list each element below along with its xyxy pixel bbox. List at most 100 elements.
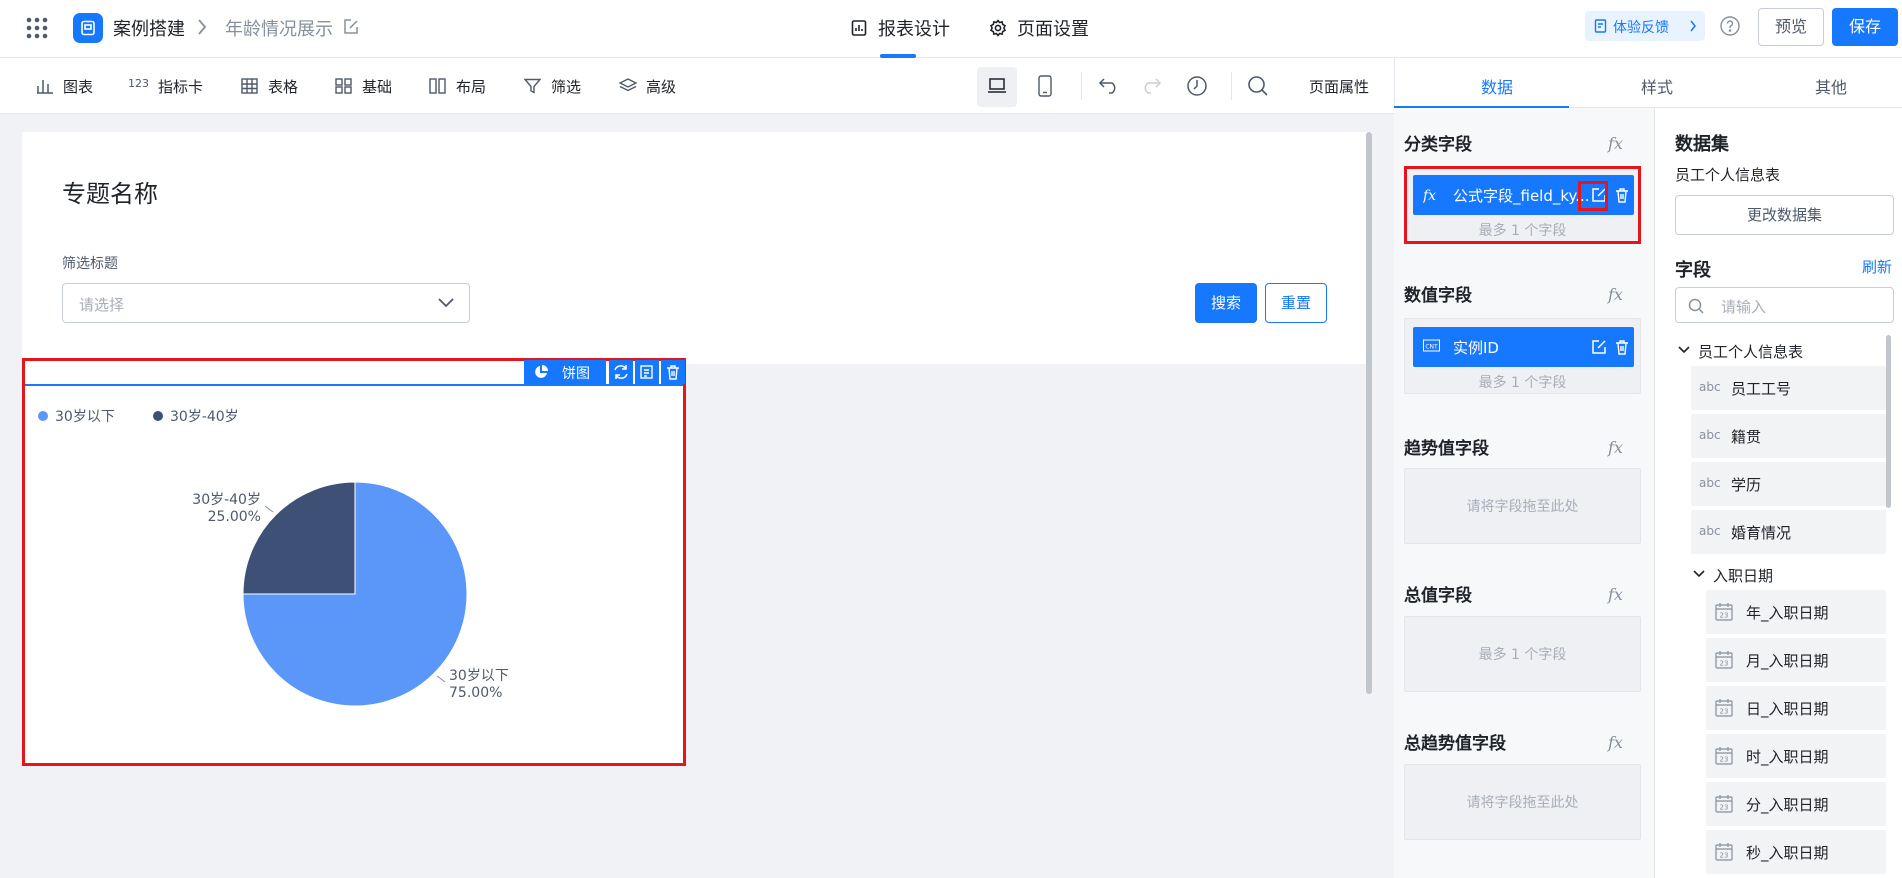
- field-item[interactable]: abc 婚育情况: [1691, 510, 1886, 554]
- svg-text:23: 23: [1720, 660, 1729, 668]
- change-dataset-button[interactable]: 更改数据集: [1675, 195, 1894, 235]
- total-trend-dropzone[interactable]: 请将字段拖至此处: [1404, 764, 1641, 840]
- fx-icon[interactable]: fx: [1608, 733, 1623, 752]
- fx-icon[interactable]: fx: [1608, 285, 1623, 304]
- chevron-right-icon: [1690, 20, 1696, 32]
- trend-dropzone[interactable]: 请将字段拖至此处: [1404, 468, 1641, 544]
- edit-icon: [1592, 340, 1606, 354]
- mobile-icon: [1038, 75, 1052, 97]
- slice-label-percent: 75.00%: [449, 685, 502, 701]
- field-item[interactable]: abc 籍贯: [1691, 414, 1886, 458]
- date-field-item[interactable]: 23 分_入职日期: [1706, 782, 1886, 826]
- refresh-chart-button[interactable]: [609, 360, 633, 384]
- tab-page-settings[interactable]: 页面设置: [1017, 15, 1089, 41]
- total-dropzone[interactable]: 最多 1 个字段: [1404, 616, 1641, 692]
- undo-button[interactable]: [1098, 76, 1120, 94]
- dataset-name: 员工个人信息表: [1675, 166, 1781, 184]
- field-search-input[interactable]: 请输入: [1675, 287, 1894, 323]
- total-hint: 最多 1 个字段: [1478, 647, 1567, 663]
- calendar-icon: 23: [1715, 603, 1733, 621]
- history-button[interactable]: [1186, 75, 1208, 97]
- report-design-icon: [851, 19, 867, 37]
- slice-label-name: 30岁以下: [449, 668, 509, 684]
- search-canvas-button[interactable]: [1247, 75, 1269, 97]
- edit-name-icon[interactable]: [342, 18, 360, 36]
- value-dropzone[interactable]: CNT 实例ID 最多 1 个字段: [1404, 318, 1641, 394]
- search-button[interactable]: 搜索: [1195, 283, 1257, 323]
- tab-other[interactable]: 其他: [1815, 74, 1847, 98]
- pie-chart-icon: [535, 365, 548, 378]
- tab-data[interactable]: 数据: [1481, 74, 1513, 98]
- reset-button[interactable]: 重置: [1265, 283, 1327, 323]
- legend-item[interactable]: 30岁-40岁: [153, 409, 239, 425]
- copy-chart-button[interactable]: [635, 360, 659, 384]
- svg-text:23: 23: [1720, 804, 1729, 812]
- field-item[interactable]: abc 学历: [1691, 462, 1886, 506]
- category-field-title: 分类字段: [1404, 135, 1472, 155]
- total-field-title: 总值字段: [1404, 586, 1472, 606]
- slice-label-percent: 25.00%: [208, 509, 261, 525]
- feedback-button[interactable]: 体验反馈: [1585, 11, 1705, 41]
- tab-style[interactable]: 样式: [1641, 74, 1673, 98]
- chart-type-badge[interactable]: 饼图: [524, 360, 606, 384]
- chevron-down-icon: [1678, 346, 1690, 354]
- redo-button[interactable]: [1140, 76, 1162, 94]
- filter-icon: [524, 78, 541, 94]
- date-field-item[interactable]: 23 秒_入职日期: [1706, 830, 1886, 874]
- desktop-view-button[interactable]: [977, 67, 1017, 107]
- fx-icon[interactable]: fx: [1608, 438, 1623, 457]
- value-field-chip[interactable]: CNT 实例ID: [1413, 327, 1634, 367]
- canvas-scrollbar[interactable]: [1366, 132, 1372, 694]
- count-type-icon: CNT: [1423, 339, 1440, 352]
- help-icon[interactable]: [1719, 15, 1741, 37]
- calendar-icon: 23: [1715, 747, 1733, 765]
- calendar-icon: 23: [1715, 699, 1733, 717]
- svg-text:23: 23: [1720, 756, 1729, 764]
- filter-select[interactable]: 请选择: [62, 283, 470, 323]
- component-toolbar: [0, 58, 1394, 114]
- legend-item[interactable]: 30岁以下: [38, 409, 115, 425]
- preview-button[interactable]: 预览: [1758, 8, 1824, 46]
- metric-icon: 123: [128, 77, 149, 90]
- calendar-icon: 23: [1715, 795, 1733, 813]
- layout-icon: [429, 78, 446, 94]
- history-icon: [1187, 76, 1207, 96]
- tab-report-design[interactable]: 报表设计: [878, 15, 950, 41]
- page-title[interactable]: 专题名称: [62, 174, 158, 209]
- calendar-icon: 23: [1715, 843, 1733, 861]
- field-list-scrollbar[interactable]: [1886, 335, 1891, 508]
- toolbar-divider: [1081, 72, 1082, 100]
- layers-icon: [619, 78, 637, 92]
- legend-label: 30岁-40岁: [170, 409, 239, 425]
- search-icon: [1688, 298, 1704, 314]
- date-field-item[interactable]: 23 日_入职日期: [1706, 686, 1886, 730]
- refresh-fields-link[interactable]: 刷新: [1862, 256, 1892, 277]
- date-field-item[interactable]: 23 时_入职日期: [1706, 734, 1886, 778]
- calendar-icon: 23: [1715, 651, 1733, 669]
- page-header-card: [22, 132, 1372, 364]
- toolbar-divider: [1231, 72, 1232, 100]
- save-button[interactable]: 保存: [1832, 8, 1898, 46]
- apps-grid-icon[interactable]: [26, 17, 48, 39]
- undo-icon: [1098, 78, 1116, 94]
- breadcrumb-app[interactable]: 案例搭建: [113, 15, 185, 41]
- app-logo-icon: [73, 13, 103, 43]
- mobile-view-button[interactable]: [1038, 75, 1052, 97]
- field-item[interactable]: abc 员工工号: [1691, 366, 1886, 410]
- chevron-down-icon: [1693, 570, 1705, 578]
- page-properties-button[interactable]: 页面属性: [1309, 76, 1369, 97]
- date-field-item[interactable]: 23 年_入职日期: [1706, 590, 1886, 634]
- refresh-icon: [614, 365, 628, 379]
- date-field-item[interactable]: 23 月_入职日期: [1706, 638, 1886, 682]
- grid-icon: [335, 78, 352, 94]
- fx-icon[interactable]: fx: [1608, 134, 1623, 153]
- slice-label-name: 30岁-40岁: [192, 492, 261, 508]
- column-divider: [1654, 108, 1655, 878]
- total-trend-field-title: 总趋势值字段: [1404, 734, 1506, 754]
- fx-icon[interactable]: fx: [1608, 585, 1623, 604]
- trend-field-title: 趋势值字段: [1404, 439, 1489, 459]
- total-trend-hint: 请将字段拖至此处: [1466, 795, 1579, 811]
- legend-label: 30岁以下: [55, 409, 115, 425]
- delete-chart-button[interactable]: [661, 360, 685, 384]
- redo-icon: [1144, 78, 1162, 94]
